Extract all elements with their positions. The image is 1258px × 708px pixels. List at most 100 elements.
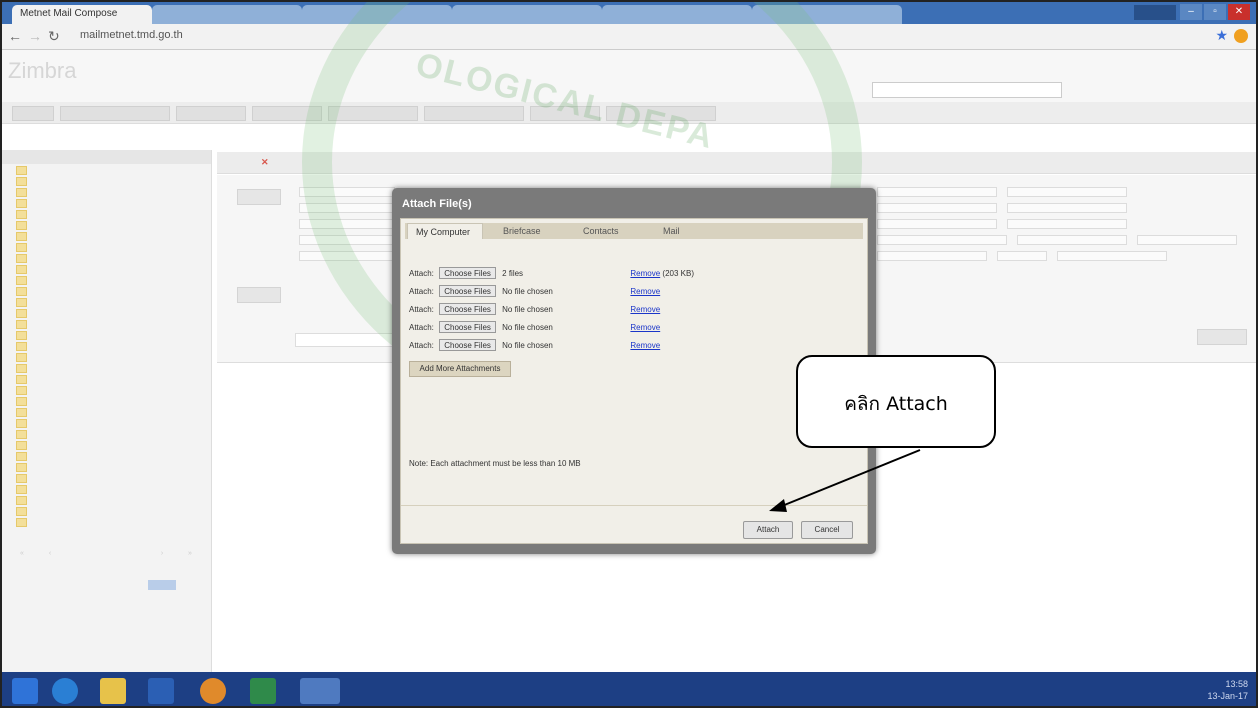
folder-item[interactable] xyxy=(2,417,211,428)
internet-explorer-icon[interactable] xyxy=(52,678,78,704)
prev-year-icon[interactable]: « xyxy=(8,550,36,560)
remove-link[interactable]: Remove xyxy=(630,341,660,350)
recipient-chip[interactable] xyxy=(299,187,395,197)
recipient-chip[interactable] xyxy=(877,203,997,213)
choose-files-button[interactable]: Choose Files xyxy=(439,303,496,315)
windows-start-icon[interactable] xyxy=(12,678,38,704)
app-tab-addressbook[interactable] xyxy=(60,106,170,121)
to-button[interactable] xyxy=(237,189,281,205)
app-tab-mail[interactable] xyxy=(12,106,54,121)
spell-check-button[interactable] xyxy=(467,157,527,167)
folder-item[interactable] xyxy=(2,384,211,395)
recipient-chip[interactable] xyxy=(299,235,395,245)
folder-item[interactable] xyxy=(2,340,211,351)
back-arrow-icon[interactable]: ← xyxy=(8,28,22,44)
tab-contacts[interactable]: Contacts xyxy=(575,223,645,239)
recipient-chip[interactable] xyxy=(877,251,987,261)
tab-briefcase[interactable]: Briefcase xyxy=(495,223,565,239)
prev-month-icon[interactable]: ‹ xyxy=(36,550,64,560)
remove-link[interactable]: Remove xyxy=(630,269,660,278)
file-explorer-icon[interactable] xyxy=(100,678,126,704)
app-tab-social[interactable] xyxy=(530,106,600,121)
browser-tab[interactable] xyxy=(152,5,302,24)
next-month-icon[interactable]: › xyxy=(148,550,176,560)
forward-arrow-icon[interactable]: → xyxy=(28,28,42,44)
cc-button[interactable] xyxy=(237,287,281,303)
app-tab-preferences[interactable] xyxy=(424,106,524,121)
folder-item[interactable] xyxy=(2,175,211,186)
folder-item[interactable] xyxy=(2,230,211,241)
folder-item[interactable] xyxy=(2,263,211,274)
tab-my-computer[interactable]: My Computer xyxy=(407,223,483,239)
extension-icon[interactable] xyxy=(1234,29,1248,43)
folder-item[interactable] xyxy=(2,219,211,230)
attach-button[interactable]: Attach xyxy=(743,521,793,539)
recipient-chip[interactable] xyxy=(1137,235,1237,245)
folder-item[interactable] xyxy=(2,395,211,406)
recipient-chip[interactable] xyxy=(877,187,997,197)
folder-item[interactable] xyxy=(2,296,211,307)
app-tab-tasks[interactable] xyxy=(252,106,322,121)
remove-link[interactable]: Remove xyxy=(630,323,660,332)
remove-link[interactable]: Remove xyxy=(630,305,660,314)
recipient-chip[interactable] xyxy=(1007,187,1127,197)
folder-item[interactable] xyxy=(2,307,211,318)
profile-badge[interactable] xyxy=(1134,5,1176,20)
app-tab-calendar[interactable] xyxy=(176,106,246,121)
close-window-button[interactable]: ✕ xyxy=(1228,4,1250,20)
calendar-today[interactable] xyxy=(148,580,176,590)
folder-item[interactable] xyxy=(2,461,211,472)
minimize-button[interactable]: – xyxy=(1180,4,1202,20)
folder-item[interactable] xyxy=(2,186,211,197)
recipient-chip[interactable] xyxy=(877,235,1007,245)
browser-tab[interactable] xyxy=(302,5,452,24)
folder-item[interactable] xyxy=(2,285,211,296)
next-year-icon[interactable]: » xyxy=(176,550,204,560)
choose-files-button[interactable]: Choose Files xyxy=(439,285,496,297)
recipient-chip[interactable] xyxy=(1057,251,1167,261)
media-app-icon[interactable] xyxy=(200,678,226,704)
url-field[interactable]: mailmetnet.tmd.go.th xyxy=(80,29,183,41)
remove-link[interactable]: Remove xyxy=(630,287,660,296)
choose-files-button[interactable]: Choose Files xyxy=(439,267,496,279)
browser-tab[interactable] xyxy=(602,5,752,24)
folder-item[interactable] xyxy=(2,505,211,516)
folder-item[interactable] xyxy=(2,406,211,417)
maximize-button[interactable]: ▫ xyxy=(1204,4,1226,20)
recipient-chip[interactable] xyxy=(299,219,395,229)
recipient-chip[interactable] xyxy=(299,251,395,261)
options-button[interactable] xyxy=(537,157,597,167)
add-more-attachments-button[interactable]: Add More Attachments xyxy=(409,361,511,377)
folder-item[interactable] xyxy=(2,208,211,219)
recipient-chip[interactable] xyxy=(1007,219,1127,229)
priority-dropdown[interactable] xyxy=(1197,329,1247,345)
folder-item[interactable] xyxy=(2,164,211,175)
choose-files-button[interactable]: Choose Files xyxy=(439,321,496,333)
folder-item[interactable] xyxy=(2,197,211,208)
browser-tab-active[interactable]: Metnet Mail Compose xyxy=(12,5,152,24)
tab-mail[interactable]: Mail xyxy=(655,223,715,239)
folder-item[interactable] xyxy=(2,318,211,329)
cancel-compose-icon[interactable]: ✕ xyxy=(261,157,269,168)
clock-time[interactable]: 13:58 xyxy=(1207,678,1248,690)
bookmark-star-icon[interactable]: ★ xyxy=(1215,27,1228,44)
folder-item[interactable] xyxy=(2,472,211,483)
browser-tab[interactable] xyxy=(752,5,902,24)
folder-item[interactable] xyxy=(2,483,211,494)
folder-item[interactable] xyxy=(2,373,211,384)
folder-item[interactable] xyxy=(2,241,211,252)
app-tab-briefcase[interactable] xyxy=(328,106,418,121)
word-icon[interactable] xyxy=(148,678,174,704)
save-draft-button[interactable] xyxy=(307,157,367,167)
chrome-icon[interactable] xyxy=(300,678,340,704)
folders-header[interactable] xyxy=(2,150,211,164)
cancel-compose-button[interactable] xyxy=(277,157,301,167)
folder-item[interactable] xyxy=(2,351,211,362)
choose-files-button[interactable]: Choose Files xyxy=(439,339,496,351)
excel-icon[interactable] xyxy=(250,678,276,704)
clock-date[interactable]: 13-Jan-17 xyxy=(1207,690,1248,702)
send-button[interactable] xyxy=(227,157,257,167)
recipient-chip[interactable] xyxy=(299,203,395,213)
folder-item[interactable] xyxy=(2,362,211,373)
app-tab-compose[interactable] xyxy=(606,106,716,121)
